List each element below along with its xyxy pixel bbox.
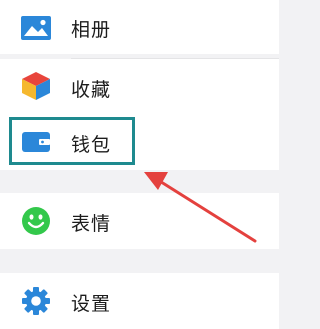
annotation-arrow [144,172,257,243]
